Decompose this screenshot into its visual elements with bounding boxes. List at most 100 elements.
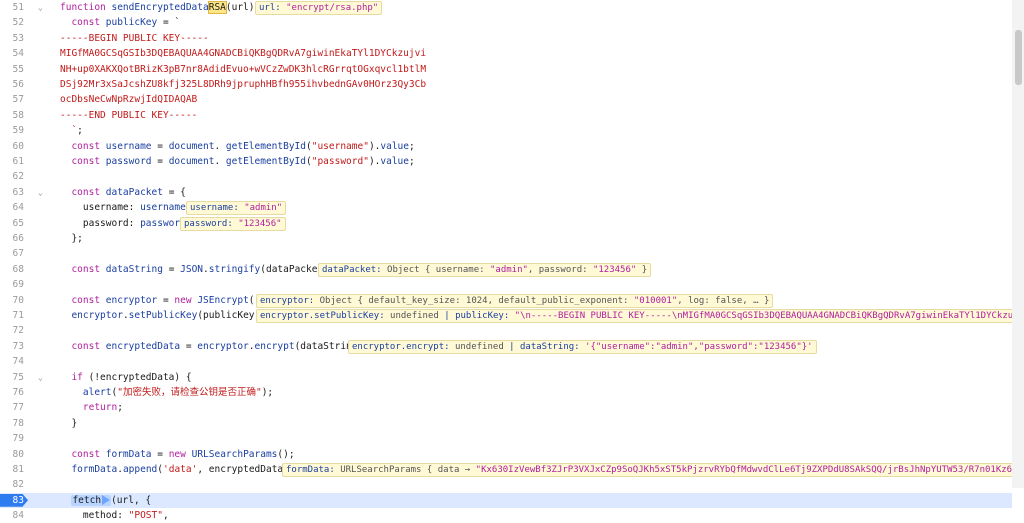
line-number[interactable]: 64	[0, 200, 24, 215]
code-token: =	[162, 263, 181, 275]
code-line[interactable]: 70 const encryptor = new JSEncrypt();enc…	[0, 293, 1012, 308]
scrollbar-thumb[interactable]	[1015, 30, 1022, 85]
code-token: if	[60, 371, 89, 383]
inline-value-preview[interactable]: password: "123456"	[180, 216, 286, 231]
line-number[interactable]: 63	[0, 185, 24, 200]
code-line[interactable]: 72	[0, 323, 1012, 338]
line-number[interactable]: 82	[0, 477, 24, 492]
code-line[interactable]: 71 encryptor.setPublicKey(publicKey); enc…	[0, 308, 1024, 323]
line-number[interactable]: 68	[0, 262, 24, 277]
line-number[interactable]: 75	[0, 370, 24, 385]
inline-value-token: Object { username:	[381, 264, 490, 275]
code-line[interactable]: 59 `;	[0, 123, 1012, 138]
line-number[interactable]: 51	[0, 0, 24, 15]
line-number[interactable]: 79	[0, 431, 24, 446]
line-number[interactable]: 57	[0, 92, 24, 107]
inline-value-preview[interactable]: encryptor: Object { default_key_size: 10…	[256, 293, 774, 308]
code-line[interactable]: 74	[0, 354, 1012, 369]
code-token: document	[168, 156, 215, 167]
inline-value-token: undefined	[384, 311, 445, 321]
line-number[interactable]: 66	[0, 231, 24, 246]
line-number[interactable]: 69	[0, 277, 24, 292]
code-token: 'data'	[163, 464, 198, 475]
code-line[interactable]: 84 method: "POST",	[0, 508, 1012, 523]
line-number[interactable]: 61	[0, 154, 24, 169]
code-line[interactable]: 83 fetch (url, {	[0, 492, 1012, 508]
code-line[interactable]: 62	[0, 169, 1012, 184]
code-line[interactable]: 63 ⌄ const dataPacket = {	[0, 185, 1012, 200]
code-token: password	[105, 156, 152, 167]
line-number[interactable]: 65	[0, 216, 24, 231]
code-line[interactable]: 81 formData.append('data', encryptedData…	[0, 462, 1024, 477]
inline-value-token: "admin"	[238, 203, 283, 214]
code-line[interactable]: 79	[0, 431, 1012, 446]
code-line[interactable]: 58 -----END PUBLIC KEY-----	[0, 108, 1012, 123]
code-line[interactable]: 52 const publicKey = `	[0, 15, 1012, 30]
code-line[interactable]: 55 NH+up0XAKXQotBRizK3pB7nr8AdidEvuo+wVCz…	[0, 62, 1012, 77]
line-number[interactable]: 74	[0, 354, 24, 369]
line-number[interactable]: 78	[0, 416, 24, 431]
code-line[interactable]: 57 ocDbsNeCwNpRzwjIdQIDAQAB	[0, 92, 1012, 107]
inline-value-preview[interactable]: url: "encrypt/rsa.php"	[255, 1, 383, 15]
line-number[interactable]: 84	[0, 508, 24, 523]
code-token: ).	[368, 156, 381, 167]
fold-chevron-icon[interactable]: ⌄	[38, 370, 43, 385]
breakpoint-marker[interactable]: 83	[0, 493, 28, 507]
line-number[interactable]: 76	[0, 385, 24, 400]
line-number[interactable]: 73	[0, 339, 24, 354]
inline-value-preview[interactable]: formData: URLSearchParams { data → "Kx63…	[282, 463, 1024, 477]
line-number[interactable]: 56	[0, 77, 24, 92]
inline-value-preview[interactable]: encryptor.setPublicKey: undefined | publ…	[256, 309, 1024, 323]
line-number[interactable]: 62	[0, 169, 24, 184]
fold-chevron-icon[interactable]: ⌄	[38, 185, 43, 200]
line-number[interactable]: 81	[0, 462, 24, 477]
code-line[interactable]: 64 username: username,username: "admin"	[0, 200, 1012, 216]
code-line[interactable]: 76 alert("加密失败，请检查公钥是否正确");	[0, 385, 1012, 400]
line-number[interactable]: 80	[0, 447, 24, 462]
line-number[interactable]: 54	[0, 46, 24, 61]
inline-value-preview[interactable]: username: "admin"	[186, 201, 287, 216]
code-line[interactable]: 80 const formData = new URLSearchParams(…	[0, 447, 1012, 462]
line-number[interactable]: 72	[0, 323, 24, 338]
inline-value-preview[interactable]: dataPacket: Object { username: "admin", …	[318, 262, 652, 277]
code-line[interactable]: 73 const encryptedData = encryptor.encry…	[0, 339, 1012, 354]
code-line[interactable]: 77 return;	[0, 400, 1012, 415]
code-line[interactable]: 82	[0, 477, 1012, 492]
code-token: = `	[157, 17, 181, 29]
code-text: fetch (url, {	[60, 493, 151, 508]
code-line[interactable]: 67	[0, 246, 1012, 261]
code-line[interactable]: 75 ⌄ if (!encryptedData) {	[0, 370, 1012, 385]
line-number[interactable]: 52	[0, 15, 24, 30]
line-number[interactable]: 71	[0, 308, 24, 323]
line-number[interactable]: 53	[0, 31, 24, 46]
code-line[interactable]: 54 MIGfMA0GCSqGSIb3DQEBAQUAA4GNADCBiQKBgQ…	[0, 46, 1012, 61]
inline-value-token: "encrypt/rsa.php"	[280, 3, 379, 13]
code-token: = {	[162, 186, 186, 198]
line-number[interactable]: 59	[0, 123, 24, 138]
line-number[interactable]: 77	[0, 400, 24, 415]
code-editor[interactable]: 51 ⌄ function sendEncryptedDataRSA(url) { …	[0, 0, 1024, 521]
line-number[interactable]: 55	[0, 62, 24, 77]
code-token: `	[60, 125, 78, 137]
line-number[interactable]: 70	[0, 293, 24, 308]
code-line[interactable]: 68 const dataString = JSON.stringify(dat…	[0, 262, 1012, 277]
inline-value-preview[interactable]: encryptor.encrypt: undefined | dataStrin…	[348, 339, 817, 354]
line-number[interactable]: 67	[0, 246, 24, 261]
code-token: ,	[162, 510, 169, 522]
fold-chevron-icon[interactable]: ⌄	[38, 0, 43, 15]
code-line[interactable]: 53 -----BEGIN PUBLIC KEY-----	[0, 31, 1012, 46]
line-number[interactable]: 58	[0, 108, 24, 123]
vertical-scrollbar[interactable]	[1012, 0, 1024, 488]
code-token: ).	[368, 140, 381, 152]
code-line[interactable]: 66 };	[0, 231, 1012, 246]
code-line[interactable]: 56 DSj92Mr3xSaJcshZU8kfj325L8DRh9jpruphHB…	[0, 77, 1012, 92]
line-number[interactable]: 60	[0, 139, 24, 154]
code-line[interactable]: 78 }	[0, 416, 1012, 431]
code-line[interactable]: 61 const password = document. getElement…	[0, 154, 1012, 169]
code-token: dataPacket	[105, 186, 163, 198]
code-line[interactable]: 69	[0, 277, 1012, 292]
inline-value-token: , password:	[527, 264, 593, 275]
code-line[interactable]: 60 const username = document. getElement…	[0, 139, 1012, 154]
code-line[interactable]: 51 ⌄ function sendEncryptedDataRSA(url) { …	[0, 0, 1012, 15]
code-line[interactable]: 65 password: password password: "123456"	[0, 216, 1012, 231]
